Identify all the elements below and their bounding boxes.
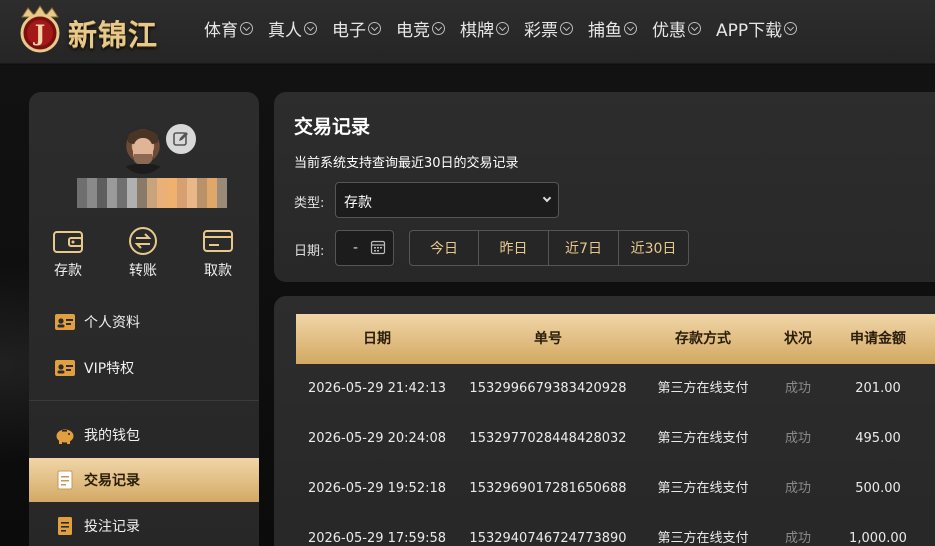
cell-method: 第三方在线支付: [657, 431, 749, 446]
sidebar-item-bet-records[interactable]: 投注记录: [29, 504, 259, 546]
chevron-down-icon: [496, 21, 509, 35]
chevron-down-icon: [784, 21, 798, 35]
account-sidebar: 存款 转账 取款 个人资料 VIP特权 我的钱包 交易记录 投注记录: [29, 92, 259, 546]
date-range-input[interactable]: -: [335, 230, 394, 266]
cell-status: 成功: [784, 431, 811, 446]
chevron-down-icon: [304, 21, 317, 35]
date-label: 日期:: [294, 244, 325, 259]
chevron-down-icon: [560, 21, 573, 35]
avatar: [119, 126, 167, 174]
table-row: 2026-05-29 17:59:58 1532940746724773890 …: [296, 514, 935, 546]
nav-app-download[interactable]: APP下载: [716, 16, 798, 41]
cell-amount: 500.00: [855, 481, 901, 496]
cell-status: 成功: [784, 381, 811, 396]
chevron-down-icon: [240, 21, 253, 35]
column-header-order-id: 单号: [534, 331, 562, 347]
main-nav: 体育 真人 电子 电竞 棋牌 彩票 捕鱼 优惠 APP下载: [204, 16, 812, 41]
nav-card-games[interactable]: 棋牌: [460, 16, 509, 41]
page-title: 交易记录: [294, 116, 371, 138]
crown-emblem-icon: J: [20, 5, 60, 53]
table-row: 2026-05-29 20:24:08 1532977028448428032 …: [296, 414, 935, 464]
deposit-button[interactable]: 存款: [43, 226, 93, 280]
piggy-bank-icon: [56, 429, 74, 444]
card-icon: [203, 230, 233, 252]
cell-method: 第三方在线支付: [657, 531, 749, 546]
nav-lottery[interactable]: 彩票: [524, 16, 573, 41]
brand-name: 新锦江: [68, 18, 159, 52]
chevron-down-icon: [432, 21, 445, 35]
cell-method: 第三方在线支付: [657, 481, 749, 496]
range-30days-button[interactable]: 近30日: [619, 230, 689, 266]
range-yesterday-button[interactable]: 昨日: [479, 230, 549, 266]
edit-profile-button[interactable]: [164, 122, 198, 156]
transfer-icon: [129, 227, 157, 255]
cell-status: 成功: [784, 531, 811, 546]
transaction-type-select[interactable]: 存款: [335, 182, 559, 218]
calendar-icon[interactable]: [370, 239, 386, 255]
chevron-down-icon: [624, 21, 637, 35]
column-header-status: 状况: [784, 331, 812, 347]
nav-promotions[interactable]: 优惠: [652, 16, 701, 41]
range-today-button[interactable]: 今日: [409, 230, 479, 266]
column-header-amount: 申请金额: [850, 331, 906, 347]
type-label: 类型:: [294, 196, 325, 211]
svg-text:J: J: [33, 21, 45, 47]
table-header: 日期 单号 存款方式 状况 申请金额: [296, 314, 935, 364]
nav-live-casino[interactable]: 真人: [268, 16, 317, 41]
nav-slots[interactable]: 电子: [332, 16, 381, 41]
cell-date: 2026-05-29 19:52:18: [307, 481, 447, 496]
nav-fishing[interactable]: 捕鱼: [588, 16, 637, 41]
cell-amount: 201.00: [855, 381, 901, 396]
sidebar-item-profile[interactable]: 个人资料: [29, 300, 259, 344]
cell-date: 2026-05-29 21:42:13: [307, 381, 447, 396]
transfer-button[interactable]: 转账: [118, 226, 168, 280]
table-row: 2026-05-29 19:52:18 1532969017281650688 …: [296, 464, 935, 514]
withdraw-button[interactable]: 取款: [193, 226, 243, 280]
cell-date: 2026-05-29 20:24:08: [307, 431, 447, 446]
nav-esports[interactable]: 电竞: [396, 16, 445, 41]
avatar-shirt: [123, 164, 163, 174]
nav-sports[interactable]: 体育: [204, 16, 253, 41]
cell-amount: 495.00: [855, 431, 901, 446]
id-card-icon: [55, 314, 75, 330]
bet-record-icon: [58, 517, 72, 535]
chevron-down-icon: [368, 21, 381, 35]
brand-logo[interactable]: J 新锦江: [14, 3, 179, 55]
wallet-icon: [53, 231, 83, 253]
sidebar-item-wallet[interactable]: 我的钱包: [29, 413, 259, 457]
chevron-down-icon: [688, 21, 701, 35]
cell-order-id: 1532977028448428032: [469, 431, 627, 446]
sidebar-item-transactions[interactable]: 交易记录: [29, 458, 259, 502]
chevron-down-icon: [542, 193, 552, 203]
transaction-filter-panel: 交易记录 当前系统支持查询最近30日的交易记录 类型: 存款 日期: - 今日 …: [274, 92, 935, 282]
column-header-method: 存款方式: [675, 331, 731, 347]
document-icon: [57, 470, 73, 490]
sidebar-item-vip[interactable]: VIP特权: [29, 346, 259, 390]
sidebar-divider: [29, 400, 259, 401]
cell-status: 成功: [784, 481, 811, 496]
top-navigation-bar: J 新锦江 体育 真人 电子 电竞 棋牌 彩票 捕鱼 优惠 APP下载: [0, 0, 935, 64]
query-range-note: 当前系统支持查询最近30日的交易记录: [294, 156, 519, 171]
range-7days-button[interactable]: 近7日: [549, 230, 619, 266]
username-redacted: [77, 178, 227, 208]
table-row: 2026-05-29 21:42:13 1532996679383420928 …: [296, 364, 935, 414]
edit-icon: [173, 132, 188, 146]
vip-card-icon: [55, 360, 75, 376]
column-header-date: 日期: [363, 331, 391, 347]
cell-method: 第三方在线支付: [657, 381, 749, 396]
transaction-table-panel: 日期 单号 存款方式 状况 申请金额 2026-05-29 21:42:13 1…: [274, 296, 935, 546]
cell-order-id: 1532940746724773890: [469, 531, 627, 546]
cell-order-id: 1532996679383420928: [469, 381, 627, 396]
cell-amount: 1,000.00: [849, 531, 907, 546]
cell-order-id: 1532969017281650688: [469, 481, 627, 496]
cell-date: 2026-05-29 17:59:58: [307, 531, 447, 546]
